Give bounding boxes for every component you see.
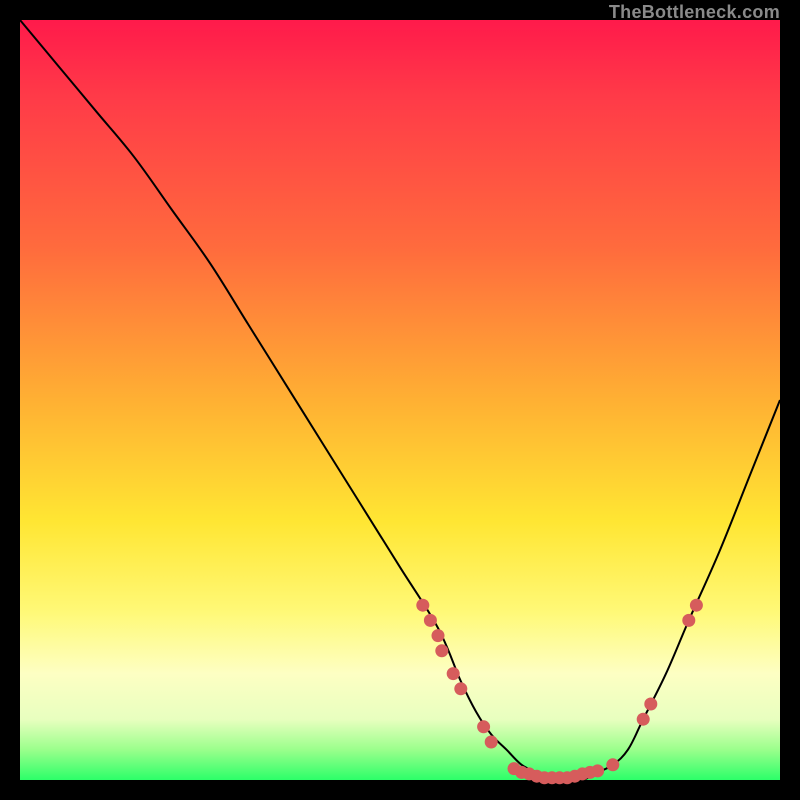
data-marker [432, 629, 445, 642]
data-marker [682, 614, 695, 627]
data-marker [606, 758, 619, 771]
data-marker [591, 764, 604, 777]
data-marker [416, 599, 429, 612]
data-marker [454, 682, 467, 695]
data-markers [416, 599, 703, 785]
data-marker [644, 698, 657, 711]
data-marker [637, 713, 650, 726]
data-marker [477, 720, 490, 733]
data-marker [435, 644, 448, 657]
data-marker [485, 736, 498, 749]
bottleneck-curve [20, 20, 780, 781]
bottleneck-chart [20, 20, 780, 780]
data-marker [690, 599, 703, 612]
data-marker [447, 667, 460, 680]
data-marker [424, 614, 437, 627]
